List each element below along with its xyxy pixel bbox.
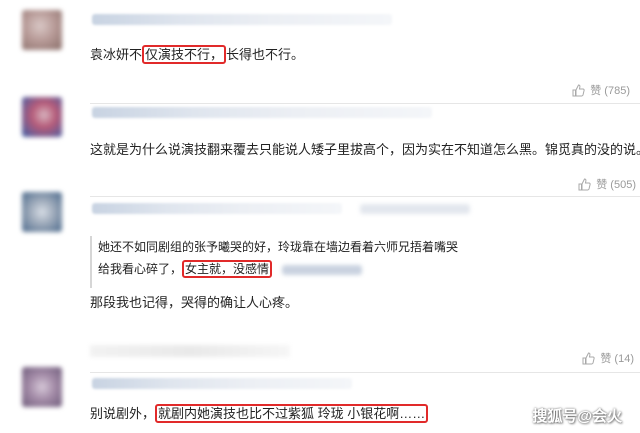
highlight-box: 女主就，没感情: [182, 260, 273, 278]
comment-text: 这就是为什么说演技翻来覆去只能说人矮子里拔高个，因为实在不知道怎么黑。锦觅真的没…: [90, 142, 640, 157]
avatar[interactable]: [22, 192, 62, 232]
like-button[interactable]: 赞 (505): [578, 176, 636, 192]
username-blurred[interactable]: [92, 378, 352, 389]
divider: [90, 103, 640, 104]
highlight-box: 就剧内她演技也比不过紫狐 玲珑 小银花啊……: [155, 404, 429, 423]
highlight-box: 仅演技不行，: [142, 45, 227, 64]
like-button[interactable]: 赞 (785): [572, 82, 630, 98]
thumbs-up-icon: [578, 177, 591, 191]
divider: [90, 196, 640, 197]
quote-line: 她还不如同剧组的张予曦哭的好，玲珑靠在墙边看着六师兄捂着嘴哭: [98, 240, 459, 254]
quoted-reply: 她还不如同剧组的张予曦哭的好，玲珑靠在墙边看着六师兄捂着嘴哭 给我看心碎了， 女主…: [90, 236, 640, 288]
comment-text: 那段我也记得，哭得的确让人心疼。: [90, 295, 299, 310]
avatar[interactable]: [22, 10, 62, 50]
thumbs-up-icon: [582, 351, 596, 365]
divider: [90, 372, 640, 373]
username-blurred[interactable]: [92, 107, 432, 118]
thumbs-up-icon: [572, 83, 585, 97]
avatar[interactable]: [22, 97, 62, 137]
username-blurred[interactable]: [92, 14, 392, 25]
avatar[interactable]: [22, 367, 62, 407]
comment-text: 袁冰妍不 仅演技不行， 长得也不行。: [90, 45, 305, 64]
like-button[interactable]: 赞 (14): [582, 350, 634, 366]
blurred-meta: [360, 204, 470, 214]
comment-text: 别说剧外， 就剧内她演技也比不过紫狐 玲珑 小银花啊……: [90, 404, 429, 423]
quote-line: 给我看心碎了， 女主就，没感情: [98, 260, 273, 278]
blurred-decoration: [90, 345, 290, 357]
blurred-username: [282, 265, 362, 275]
username-blurred[interactable]: [92, 203, 342, 214]
watermark: 搜狐号@会火: [532, 408, 622, 425]
